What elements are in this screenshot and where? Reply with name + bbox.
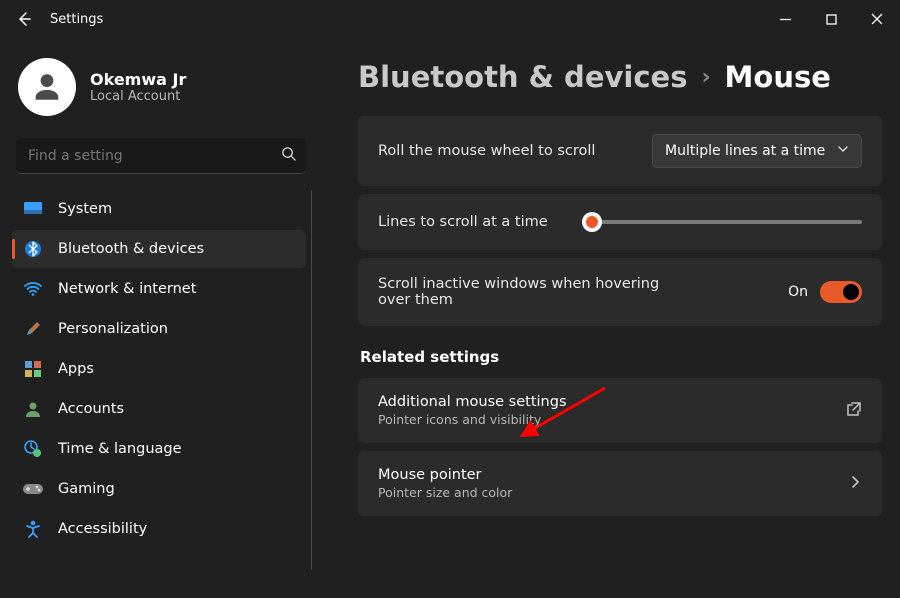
sidebar-item-bluetooth-devices[interactable]: Bluetooth & devices <box>12 230 306 268</box>
sidebar-item-personalization[interactable]: Personalization <box>12 310 306 348</box>
page-title: Mouse <box>725 60 831 94</box>
sidebar-item-system[interactable]: System <box>12 190 306 228</box>
person-icon <box>30 70 64 104</box>
maximize-icon <box>826 14 837 25</box>
apps-icon <box>22 358 44 380</box>
user-name: Okemwa Jr <box>90 70 186 89</box>
nav-list: System Bluetooth & devices Network & int… <box>12 190 312 548</box>
scroll-mode-dropdown[interactable]: Multiple lines at a time <box>652 134 862 168</box>
clock-globe-icon <box>22 438 44 460</box>
sidebar-item-apps[interactable]: Apps <box>12 350 306 388</box>
sidebar-item-label: Bluetooth & devices <box>58 241 204 257</box>
chevron-right-icon <box>848 474 862 493</box>
setting-scroll-mode: Roll the mouse wheel to scroll Multiple … <box>358 116 882 186</box>
link-mouse-pointer[interactable]: Mouse pointer Pointer size and color <box>358 451 882 516</box>
breadcrumb: Bluetooth & devices › Mouse <box>358 60 882 94</box>
avatar <box>18 58 76 116</box>
sidebar-item-time-language[interactable]: Time & language <box>12 430 306 468</box>
setting-lines-to-scroll: Lines to scroll at a time <box>358 194 882 250</box>
setting-scroll-inactive: Scroll inactive windows when hovering ov… <box>358 258 882 326</box>
link-additional-mouse-settings[interactable]: Additional mouse settings Pointer icons … <box>358 378 882 443</box>
toggle-state-label: On <box>788 284 808 300</box>
open-external-icon <box>846 401 862 421</box>
maximize-button[interactable] <box>808 0 854 38</box>
back-button[interactable] <box>12 7 36 31</box>
link-subtitle: Pointer icons and visibility <box>378 412 846 427</box>
bluetooth-icon <box>22 238 44 260</box>
chevron-down-icon <box>837 143 849 159</box>
setting-label: Lines to scroll at a time <box>378 214 548 230</box>
paintbrush-icon <box>22 318 44 340</box>
related-settings-heading: Related settings <box>360 348 882 366</box>
slider-track <box>584 220 862 224</box>
minimize-button[interactable] <box>762 0 808 38</box>
breadcrumb-parent[interactable]: Bluetooth & devices <box>358 60 687 94</box>
chevron-right-icon: › <box>701 65 710 90</box>
sidebar-item-label: Apps <box>58 361 94 377</box>
sidebar-item-accounts[interactable]: Accounts <box>12 390 306 428</box>
link-subtitle: Pointer size and color <box>378 485 848 500</box>
sidebar-item-label: System <box>58 201 112 217</box>
close-icon <box>871 13 883 25</box>
accessibility-icon <box>22 518 44 540</box>
link-title: Mouse pointer <box>378 467 848 483</box>
link-title: Additional mouse settings <box>378 394 846 410</box>
user-account-type: Local Account <box>90 89 186 104</box>
titlebar: Settings <box>0 0 900 38</box>
sidebar-item-label: Time & language <box>58 441 182 457</box>
setting-label: Scroll inactive windows when hovering ov… <box>378 276 678 308</box>
minimize-icon <box>780 14 791 25</box>
main-content: Bluetooth & devices › Mouse Roll the mou… <box>320 38 900 598</box>
sidebar-item-label: Personalization <box>58 321 168 337</box>
sidebar-item-gaming[interactable]: Gaming <box>12 470 306 508</box>
dropdown-value: Multiple lines at a time <box>665 143 825 159</box>
arrow-left-icon <box>16 11 32 27</box>
user-profile[interactable]: Okemwa Jr Local Account <box>12 48 312 132</box>
sidebar-item-label: Gaming <box>58 481 115 497</box>
setting-label: Roll the mouse wheel to scroll <box>378 143 595 159</box>
slider-thumb[interactable] <box>582 212 602 232</box>
search-icon <box>281 146 296 165</box>
sidebar: Okemwa Jr Local Account System <box>0 38 320 598</box>
search-box[interactable] <box>16 138 306 174</box>
inactive-scroll-toggle[interactable] <box>820 281 862 303</box>
display-icon <box>22 198 44 220</box>
wifi-icon <box>22 278 44 300</box>
gamepad-icon <box>22 478 44 500</box>
close-button[interactable] <box>854 0 900 38</box>
sidebar-item-label: Accounts <box>58 401 124 417</box>
person-circle-icon <box>22 398 44 420</box>
search-input[interactable] <box>26 147 281 165</box>
sidebar-item-label: Accessibility <box>58 521 147 537</box>
sidebar-item-accessibility[interactable]: Accessibility <box>12 510 306 548</box>
app-title: Settings <box>50 12 103 27</box>
sidebar-item-network[interactable]: Network & internet <box>12 270 306 308</box>
lines-slider[interactable] <box>584 212 862 232</box>
sidebar-item-label: Network & internet <box>58 281 196 297</box>
